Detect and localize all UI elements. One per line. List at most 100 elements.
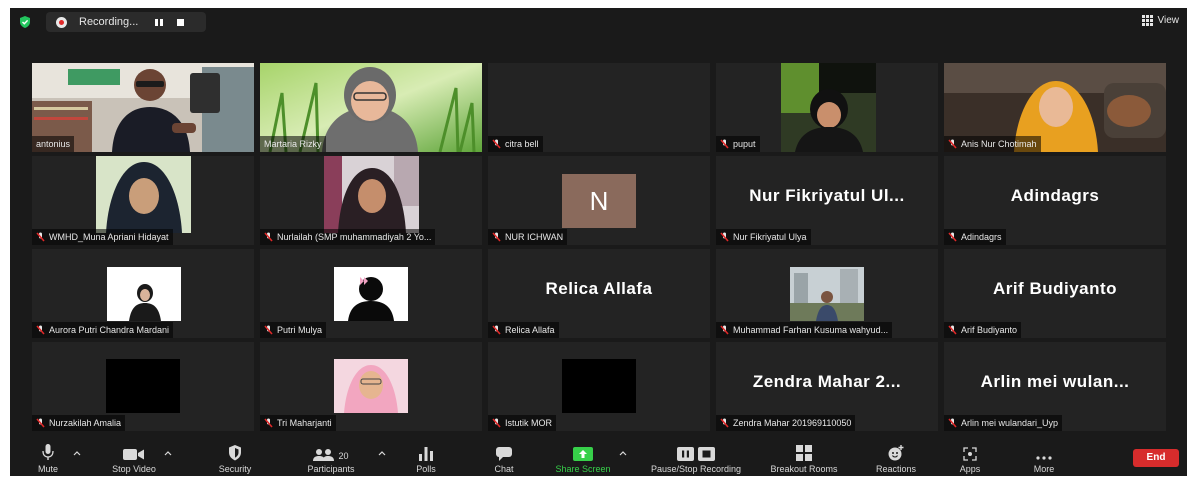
muted-mic-icon: [36, 325, 45, 335]
participant-tile[interactable]: Putri Mulya: [260, 249, 482, 338]
shield-icon: [229, 445, 241, 461]
mute-button[interactable]: Mute: [30, 443, 66, 474]
participant-tile[interactable]: Tri Maharjanti: [260, 342, 482, 431]
apps-button[interactable]: Apps: [950, 443, 990, 474]
participant-tile[interactable]: Nur Fikriyatul Ul... Nur Fikriyatul Ulya: [716, 156, 938, 245]
end-meeting-button[interactable]: End: [1133, 449, 1179, 467]
participant-tile[interactable]: citra bell: [488, 63, 710, 152]
video-feed: [781, 63, 876, 152]
participant-tile[interactable]: Istutik MOR: [488, 342, 710, 431]
security-button[interactable]: Security: [210, 443, 260, 474]
chevron-up-icon[interactable]: [73, 449, 81, 457]
participant-name: puput: [716, 136, 760, 152]
participant-name: Anis Nur Chotimah: [944, 136, 1041, 152]
participant-display-name: Adindagrs: [1010, 186, 1100, 205]
participant-tile[interactable]: Anis Nur Chotimah: [944, 63, 1166, 152]
muted-mic-icon: [948, 139, 957, 149]
apps-icon: [963, 447, 977, 461]
share-screen-button[interactable]: Share Screen: [550, 443, 616, 474]
polls-icon: [419, 447, 433, 461]
muted-mic-icon: [492, 139, 501, 149]
participant-tile-active-speaker[interactable]: Martaria Rizky: [260, 63, 482, 152]
participant-display-name: Zendra Mahar 2...: [752, 372, 902, 391]
participants-count: 20: [338, 451, 349, 461]
participant-display-name: Nur Fikriyatul Ul...: [749, 186, 905, 205]
microphone-icon: [42, 444, 54, 460]
polls-button[interactable]: Polls: [408, 443, 444, 474]
breakout-rooms-icon: [796, 445, 812, 461]
muted-mic-icon: [720, 139, 729, 149]
participant-name: Muhammad Farhan Kusuma wahyud...: [716, 322, 893, 338]
participant-tile[interactable]: WMHD_Muna Apriani Hidayat: [32, 156, 254, 245]
participant-name: Martaria Rizky: [260, 136, 326, 152]
chat-button[interactable]: Chat: [488, 443, 520, 474]
pause-stop-recording-button[interactable]: Pause/Stop Recording: [638, 443, 754, 474]
participant-name: Relica Allafa: [488, 322, 559, 338]
muted-mic-icon: [492, 232, 501, 242]
participant-name: Istutik MOR: [488, 415, 557, 431]
muted-mic-icon: [720, 418, 729, 428]
participant-name: Arif Budiyanto: [944, 322, 1022, 338]
participant-name: Aurora Putri Chandra Mardani: [32, 322, 174, 338]
profile-picture: [106, 359, 180, 413]
muted-mic-icon: [264, 325, 273, 335]
muted-mic-icon: [720, 232, 729, 242]
participant-tile[interactable]: Zendra Mahar 2... Zendra Mahar 201969110…: [716, 342, 938, 431]
muted-mic-icon: [948, 232, 957, 242]
participant-tile[interactable]: Nurlailah (SMP muhammadiyah 2 Yo...: [260, 156, 482, 245]
participant-name: citra bell: [488, 136, 543, 152]
profile-picture: [334, 359, 408, 413]
reactions-button[interactable]: Reactions: [868, 443, 924, 474]
muted-mic-icon: [36, 418, 45, 428]
participant-display-name: Relica Allafa: [545, 279, 653, 298]
participant-tile[interactable]: N NUR ICHWAN: [488, 156, 710, 245]
participant-tile[interactable]: Adindagrs Adindagrs: [944, 156, 1166, 245]
participant-name: NUR ICHWAN: [488, 229, 568, 245]
participant-tile[interactable]: antonius: [32, 63, 254, 152]
chevron-up-icon[interactable]: [619, 449, 627, 457]
participant-name: Arlin mei wulandari_Uyp: [944, 415, 1063, 431]
participant-tile[interactable]: puput: [716, 63, 938, 152]
chevron-up-icon[interactable]: [164, 449, 172, 457]
participant-name: Nurzakilah Amalia: [32, 415, 126, 431]
participant-name: Putri Mulya: [260, 322, 327, 338]
reactions-icon: [888, 445, 904, 461]
muted-mic-icon: [492, 418, 501, 428]
muted-mic-icon: [948, 418, 957, 428]
gallery-grid: antonius Martaria Rizky citra bell puput…: [10, 8, 1187, 476]
profile-picture: [790, 267, 864, 321]
participants-button[interactable]: 20 Participants: [296, 443, 366, 474]
muted-mic-icon: [264, 232, 273, 242]
meeting-toolbar: Mute Stop Video Security 20 Participants…: [10, 438, 1187, 476]
zoom-meeting-window: Recording... View antonius Martaria Rizk…: [10, 8, 1187, 476]
share-screen-icon: [573, 447, 593, 461]
participant-tile[interactable]: Aurora Putri Chandra Mardani: [32, 249, 254, 338]
chevron-up-icon[interactable]: [378, 449, 386, 457]
participants-icon: [313, 449, 335, 461]
participant-tile[interactable]: Arlin mei wulan... Arlin mei wulandari_U…: [944, 342, 1166, 431]
participant-tile[interactable]: Relica Allafa Relica Allafa: [488, 249, 710, 338]
initial-avatar: N: [562, 174, 636, 228]
muted-mic-icon: [36, 232, 45, 242]
muted-mic-icon: [492, 325, 501, 335]
participant-name: antonius: [32, 136, 75, 152]
profile-picture: [107, 267, 181, 321]
participant-name: Zendra Mahar 201969110050: [716, 415, 856, 431]
participant-name: Nur Fikriyatul Ulya: [716, 229, 811, 245]
participant-tile[interactable]: Muhammad Farhan Kusuma wahyud...: [716, 249, 938, 338]
video-feed: [324, 156, 419, 233]
video-feed: [96, 156, 191, 233]
more-button[interactable]: More: [1024, 443, 1064, 474]
participant-tile[interactable]: Nurzakilah Amalia: [32, 342, 254, 431]
participant-display-name: Arif Budiyanto: [992, 279, 1118, 298]
participant-name: Tri Maharjanti: [260, 415, 336, 431]
muted-mic-icon: [720, 325, 729, 335]
pause-stop-recording-icon: [677, 447, 715, 461]
participant-tile[interactable]: Arif Budiyanto Arif Budiyanto: [944, 249, 1166, 338]
participant-display-name: Arlin mei wulan...: [980, 372, 1130, 391]
participant-name: Nurlailah (SMP muhammadiyah 2 Yo...: [260, 229, 436, 245]
breakout-rooms-button[interactable]: Breakout Rooms: [766, 443, 842, 474]
participant-name: Adindagrs: [944, 229, 1006, 245]
stop-video-button[interactable]: Stop Video: [102, 443, 166, 474]
profile-picture: [334, 267, 408, 321]
